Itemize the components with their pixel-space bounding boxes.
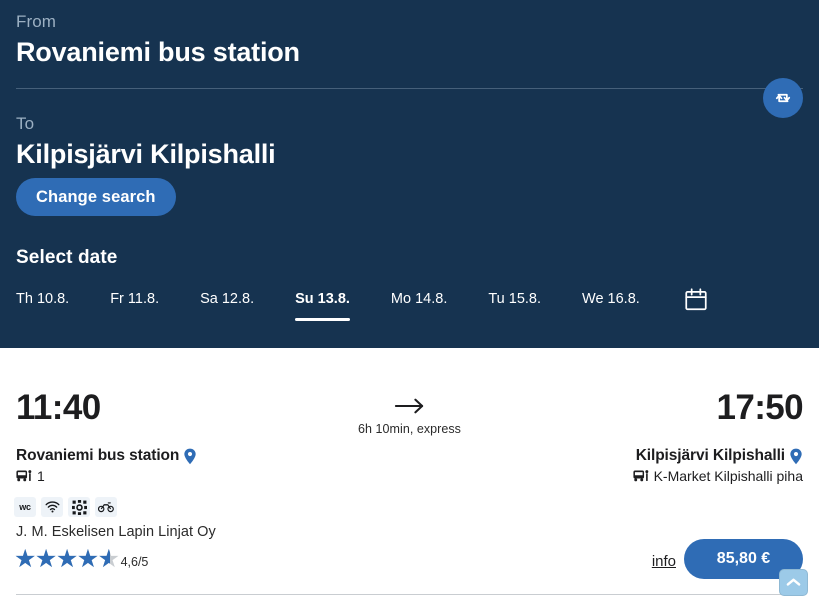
destination-name-row: Kilpisjärvi Kilpishalli [633,447,803,465]
field-divider [16,88,803,89]
open-calendar-button[interactable] [683,286,709,313]
calendar-icon [685,288,707,311]
destination-platform: K-Market Kilpishalli piha [653,468,803,484]
scroll-to-top-button[interactable] [779,569,808,596]
arrow-right-icon [394,398,424,414]
result-divider [16,594,803,595]
bicycle-icon [98,502,114,513]
star-rating-fill: ★★★★★ [14,547,111,572]
date-chip-0[interactable]: Th 10.8. [16,290,69,310]
swap-arrows-icon [775,93,791,103]
from-field[interactable]: From Rovaniemi bus station [16,10,803,69]
amenity-bicycle[interactable] [95,497,117,517]
journey-duration: 6h 10min, express [358,422,461,436]
rating-value: 4,6/5 [120,555,149,569]
result-footer: wc J. M. Eskelisen Lapin Linjat Oy ★★★★★… [0,497,819,597]
date-chip-1[interactable]: Fr 11.8. [110,290,159,310]
location-pin-icon[interactable] [789,448,803,465]
amenity-wc[interactable]: wc [14,497,36,517]
air-conditioning-icon [71,499,87,515]
location-pin-icon[interactable] [183,448,197,465]
to-value: Kilpisjärvi Kilpishalli [16,139,276,169]
date-chip-4[interactable]: Mo 14.8. [391,290,447,310]
select-date-label: Select date [16,247,118,268]
destination-platform-row: K-Market Kilpishalli piha [633,468,803,484]
date-chip-2[interactable]: Sa 12.8. [200,290,254,310]
operator-rating: ★★★★★ ★★★★★ 4,6/5 [14,547,148,572]
arrival-time: 17:50 [716,388,803,427]
origin-block: Rovaniemi bus station 1 [16,447,197,484]
destination-name: Kilpisjärvi Kilpishalli [635,447,785,464]
amenity-air-conditioning[interactable] [68,497,90,517]
destination-block: Kilpisjärvi Kilpishalli K-Market Kilpish… [633,447,803,484]
origin-platform: 1 [37,468,45,484]
origin-name-row: Rovaniemi bus station [16,447,197,465]
amenities-list: wc [14,497,117,517]
origin-platform-row: 1 [16,468,197,484]
search-header: From Rovaniemi bus station To Kilpisjärv… [0,0,819,348]
booking-results-page: From Rovaniemi bus station To Kilpisjärv… [0,0,819,600]
from-label: From [16,12,57,31]
bus-stop-icon [633,470,648,482]
times-row: 11:40 6h 10min, express 17:50 [0,388,819,440]
from-value: Rovaniemi bus station [16,37,300,67]
operator-name: J. M. Eskelisen Lapin Linjat Oy [16,524,216,540]
stops-row: Rovaniemi bus station 1 Kilpisjärvi Kilp… [0,447,819,491]
swap-locations-button[interactable] [763,78,803,118]
bus-stop-icon [16,470,32,482]
date-selector: Th 10.8. Fr 11.8. Sa 12.8. Su 13.8. Mo 1… [16,286,709,321]
to-label: To [16,114,35,133]
wc-icon: wc [19,502,31,512]
star-rating: ★★★★★ ★★★★★ [14,547,120,572]
date-chip-6[interactable]: We 16.8. [582,290,640,310]
info-link[interactable]: info [652,553,676,570]
to-field[interactable]: To Kilpisjärvi Kilpishalli [16,112,276,171]
change-search-button[interactable]: Change search [16,178,176,216]
journey-middle: 6h 10min, express [0,396,819,436]
date-chip-5[interactable]: Tu 15.8. [488,290,541,310]
amenity-wifi[interactable] [41,497,63,517]
chevron-up-icon [786,578,801,586]
journey-result-card[interactable]: 11:40 6h 10min, express 17:50 Rovaniemi … [0,348,819,597]
origin-name: Rovaniemi bus station [16,447,180,464]
date-chip-3-selected[interactable]: Su 13.8. [295,290,350,321]
wifi-icon [45,501,59,513]
